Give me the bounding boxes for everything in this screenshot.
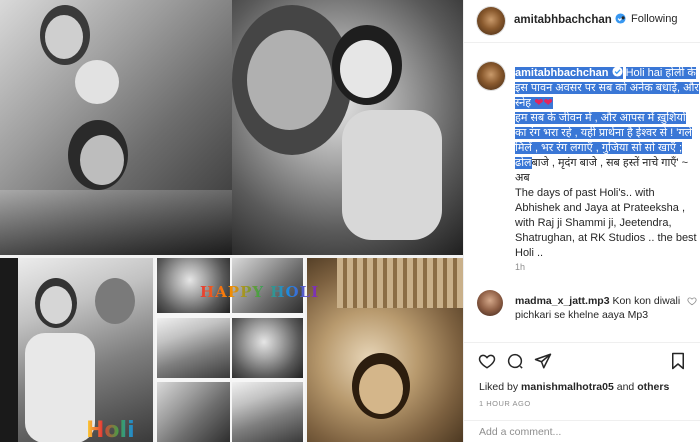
- liked-by-and: and: [616, 381, 635, 393]
- liked-by-prefix: Liked by: [479, 381, 519, 393]
- header-username-text[interactable]: amitabhbachchan: [514, 14, 612, 26]
- red-heart-emoji: ❤❤: [531, 97, 553, 109]
- action-bar: [464, 342, 700, 379]
- post-header: amitabhbachchan • Following: [464, 0, 700, 43]
- comment-like-heart-icon[interactable]: [687, 296, 697, 306]
- comment-item: madma_x_jatt.mp3 Kon kon diwali pichkari…: [515, 294, 685, 322]
- profile-avatar[interactable]: [477, 7, 505, 35]
- following-button[interactable]: Following: [631, 13, 677, 25]
- post-caption: amitabhbachchan Holi hai होली के इस पावन…: [515, 66, 699, 261]
- liked-by-user[interactable]: manishmalhotra05: [521, 381, 614, 393]
- happy-holi-logo: HAPPY HOLI: [200, 283, 320, 301]
- share-icon[interactable]: [534, 352, 552, 370]
- heart-icon[interactable]: [478, 352, 496, 370]
- holi-logo-bottom: Holi: [86, 418, 135, 442]
- liked-by-line: Liked by manishmalhotra05 and others: [479, 381, 669, 393]
- add-comment-input[interactable]: Add a comment...: [479, 426, 561, 438]
- caption-username[interactable]: amitabhbachchan: [515, 67, 609, 79]
- post-time-ago[interactable]: 1 HOUR AGO: [479, 399, 531, 408]
- post-image-collage[interactable]: HAPPY HOLI Holi: [0, 0, 463, 442]
- post-side-panel: amitabhbachchan • Following amitabhbachc…: [463, 0, 700, 442]
- caption-hindi-line-3: बाजे , मृदंग बाजे , सब हस्तें नाचे गाएँ'…: [515, 157, 689, 184]
- commenter-avatar[interactable]: [477, 290, 503, 316]
- caption-timestamp: 1h: [515, 262, 526, 272]
- comment-username[interactable]: madma_x_jatt.mp3: [515, 295, 610, 307]
- photo-group-bottom-left: [0, 258, 153, 442]
- verified-badge-icon: [611, 66, 623, 77]
- photo-sepia-crowd-bottom-right: [307, 258, 463, 442]
- header-username[interactable]: amitabhbachchan: [514, 13, 626, 26]
- liked-by-others[interactable]: others: [637, 381, 669, 393]
- header-separator: •: [621, 11, 626, 25]
- photo-father-child-top-right: [232, 0, 463, 255]
- bookmark-icon[interactable]: [669, 352, 687, 370]
- photo-family-top-left: [0, 0, 232, 255]
- caption-english: The days of past Holi's.. with Abhishek …: [515, 187, 697, 259]
- comment-icon[interactable]: [506, 352, 524, 370]
- add-comment-bar[interactable]: Add a comment...: [464, 420, 700, 443]
- caption-avatar[interactable]: [477, 62, 505, 90]
